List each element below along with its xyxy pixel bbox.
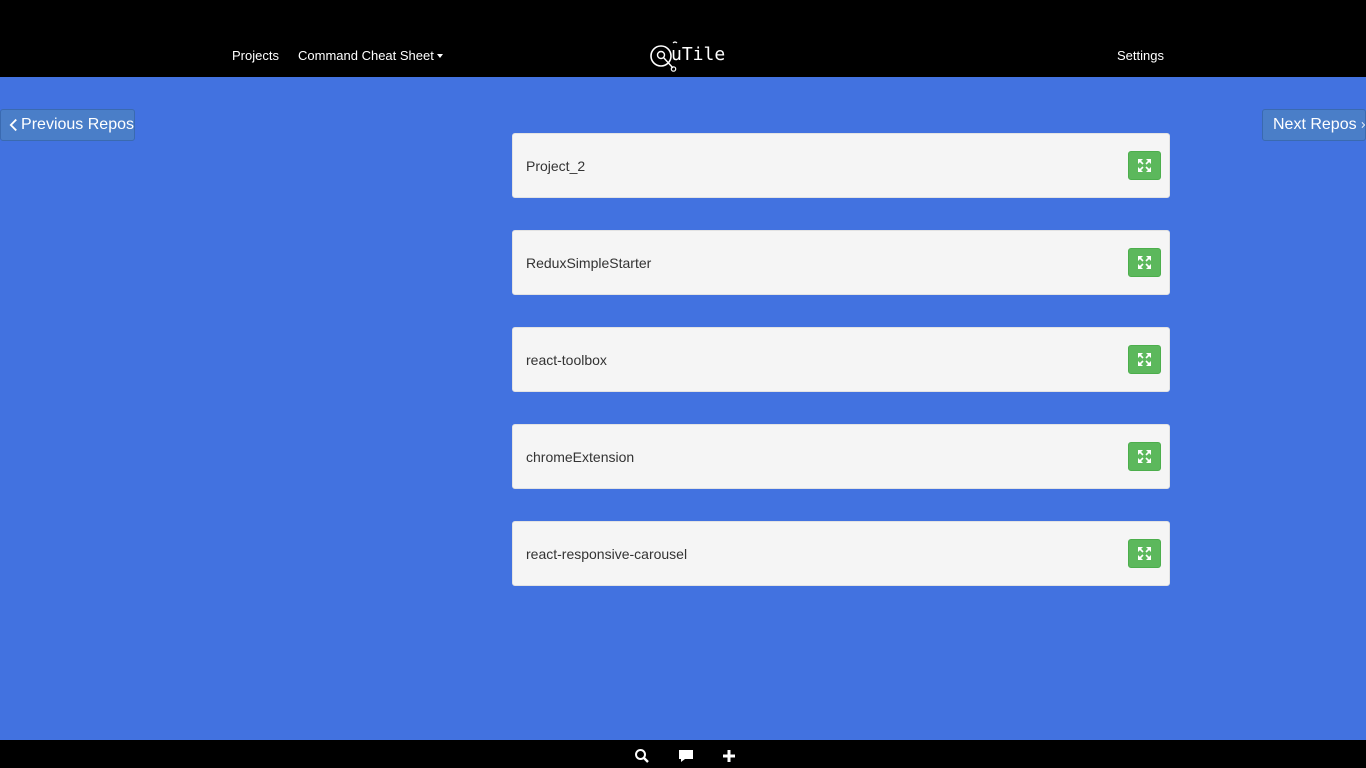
expand-icon — [1138, 547, 1151, 560]
expand-icon — [1138, 450, 1151, 463]
nav-command-cheat-sheet-dropdown[interactable]: Command Cheat Sheet — [298, 48, 443, 63]
expand-repo-button[interactable] — [1128, 442, 1161, 471]
previous-repos-button[interactable]: Previous Repos — [0, 109, 135, 141]
chevron-left-icon — [9, 118, 17, 132]
brand-logo[interactable]: uTile — [649, 40, 729, 74]
expand-repo-button[interactable] — [1128, 151, 1161, 180]
top-navbar: Projects Command Cheat Sheet uTile Setti… — [0, 0, 1366, 77]
expand-repo-button[interactable] — [1128, 345, 1161, 374]
nav-settings-link[interactable]: Settings — [1117, 48, 1164, 63]
repo-name: react-toolbox — [526, 352, 607, 368]
repo-name: Project_2 — [526, 158, 586, 174]
plus-icon[interactable] — [721, 748, 737, 764]
chat-icon[interactable] — [678, 748, 694, 764]
next-repos-button[interactable]: Next Repos — [1262, 109, 1366, 141]
chevron-right-icon — [1361, 122, 1365, 128]
expand-icon — [1138, 353, 1151, 366]
expand-repo-button[interactable] — [1128, 539, 1161, 568]
previous-repos-label: Previous Repos — [21, 116, 134, 133]
caret-down-icon — [436, 54, 443, 58]
nav-projects-link[interactable]: Projects — [232, 48, 279, 63]
repo-list: Project_2 ReduxSimpleStarter react-toolb… — [512, 133, 1170, 618]
repo-card: chromeExtension — [512, 424, 1170, 489]
expand-icon — [1138, 256, 1151, 269]
cheat-sheet-label: Command Cheat Sheet — [298, 48, 434, 63]
repo-card: react-toolbox — [512, 327, 1170, 392]
repo-card: react-responsive-carousel — [512, 521, 1170, 586]
repo-name: ReduxSimpleStarter — [526, 255, 652, 271]
next-repos-label: Next Repos — [1273, 116, 1357, 133]
expand-repo-button[interactable] — [1128, 248, 1161, 277]
expand-icon — [1138, 159, 1151, 172]
bottom-toolbar — [0, 740, 1366, 768]
brand-text: uTile — [671, 44, 726, 65]
repo-card: Project_2 — [512, 133, 1170, 198]
search-icon[interactable] — [634, 748, 650, 764]
repo-card: ReduxSimpleStarter — [512, 230, 1170, 295]
repo-name: react-responsive-carousel — [526, 546, 688, 562]
repo-name: chromeExtension — [526, 449, 635, 465]
